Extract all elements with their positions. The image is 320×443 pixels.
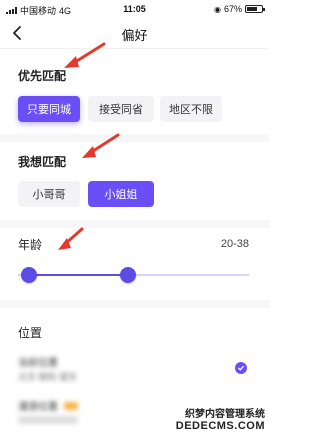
chip-girl[interactable]: 小姐姐: [88, 181, 154, 207]
location-title: 位置: [18, 326, 43, 340]
annotation-arrow-icon: [82, 133, 120, 158]
annotation-arrow-icon: [58, 227, 84, 250]
roaming-label-text: 漫游位置: [18, 402, 58, 413]
chip-boy[interactable]: 小哥哥: [18, 181, 80, 207]
age-slider-fill: [29, 274, 128, 276]
section-divider: [0, 134, 269, 142]
divider: [0, 48, 269, 49]
age-slider-max-thumb[interactable]: [120, 267, 136, 283]
roaming-location-label: 漫游位置: [18, 398, 78, 413]
battery-icon: [245, 5, 265, 13]
check-icon[interactable]: [235, 362, 247, 374]
page-title: 偏好: [121, 28, 148, 43]
current-location-label: 当前位置: [18, 358, 58, 369]
roaming-location-value: [18, 416, 78, 424]
age-title: 年龄: [18, 238, 43, 252]
priority-title: 优先匹配: [18, 69, 67, 83]
watermark-line1: 织梦内容管理系统: [185, 409, 265, 420]
annotation-arrow-icon: [64, 42, 106, 68]
age-range-text: 20-38: [220, 238, 249, 250]
watermark-line2: DEDECMS.COM: [175, 420, 265, 432]
nav-bar: 偏好: [0, 18, 269, 48]
status-right: ◉ 67%: [214, 4, 265, 14]
lock-rotation-icon: ◉: [214, 4, 221, 14]
want-match-title: 我想匹配: [18, 155, 67, 169]
vip-badge: [63, 402, 78, 410]
section-divider: [0, 220, 269, 228]
section-divider: [0, 300, 269, 308]
chip-same-province[interactable]: 接受同省: [88, 96, 154, 122]
chip-same-city[interactable]: 只要同城: [18, 96, 80, 122]
status-bar: 中国移动 4G 11:05 ◉ 67%: [0, 0, 269, 18]
battery-percent: 67%: [223, 4, 242, 14]
age-slider-min-thumb[interactable]: [21, 267, 37, 283]
watermark: 织梦内容管理系统 DEDECMS.COM: [155, 405, 265, 432]
current-location-value: 北京 朝阳 望京: [18, 372, 78, 382]
chip-any-region[interactable]: 地区不限: [160, 96, 222, 122]
